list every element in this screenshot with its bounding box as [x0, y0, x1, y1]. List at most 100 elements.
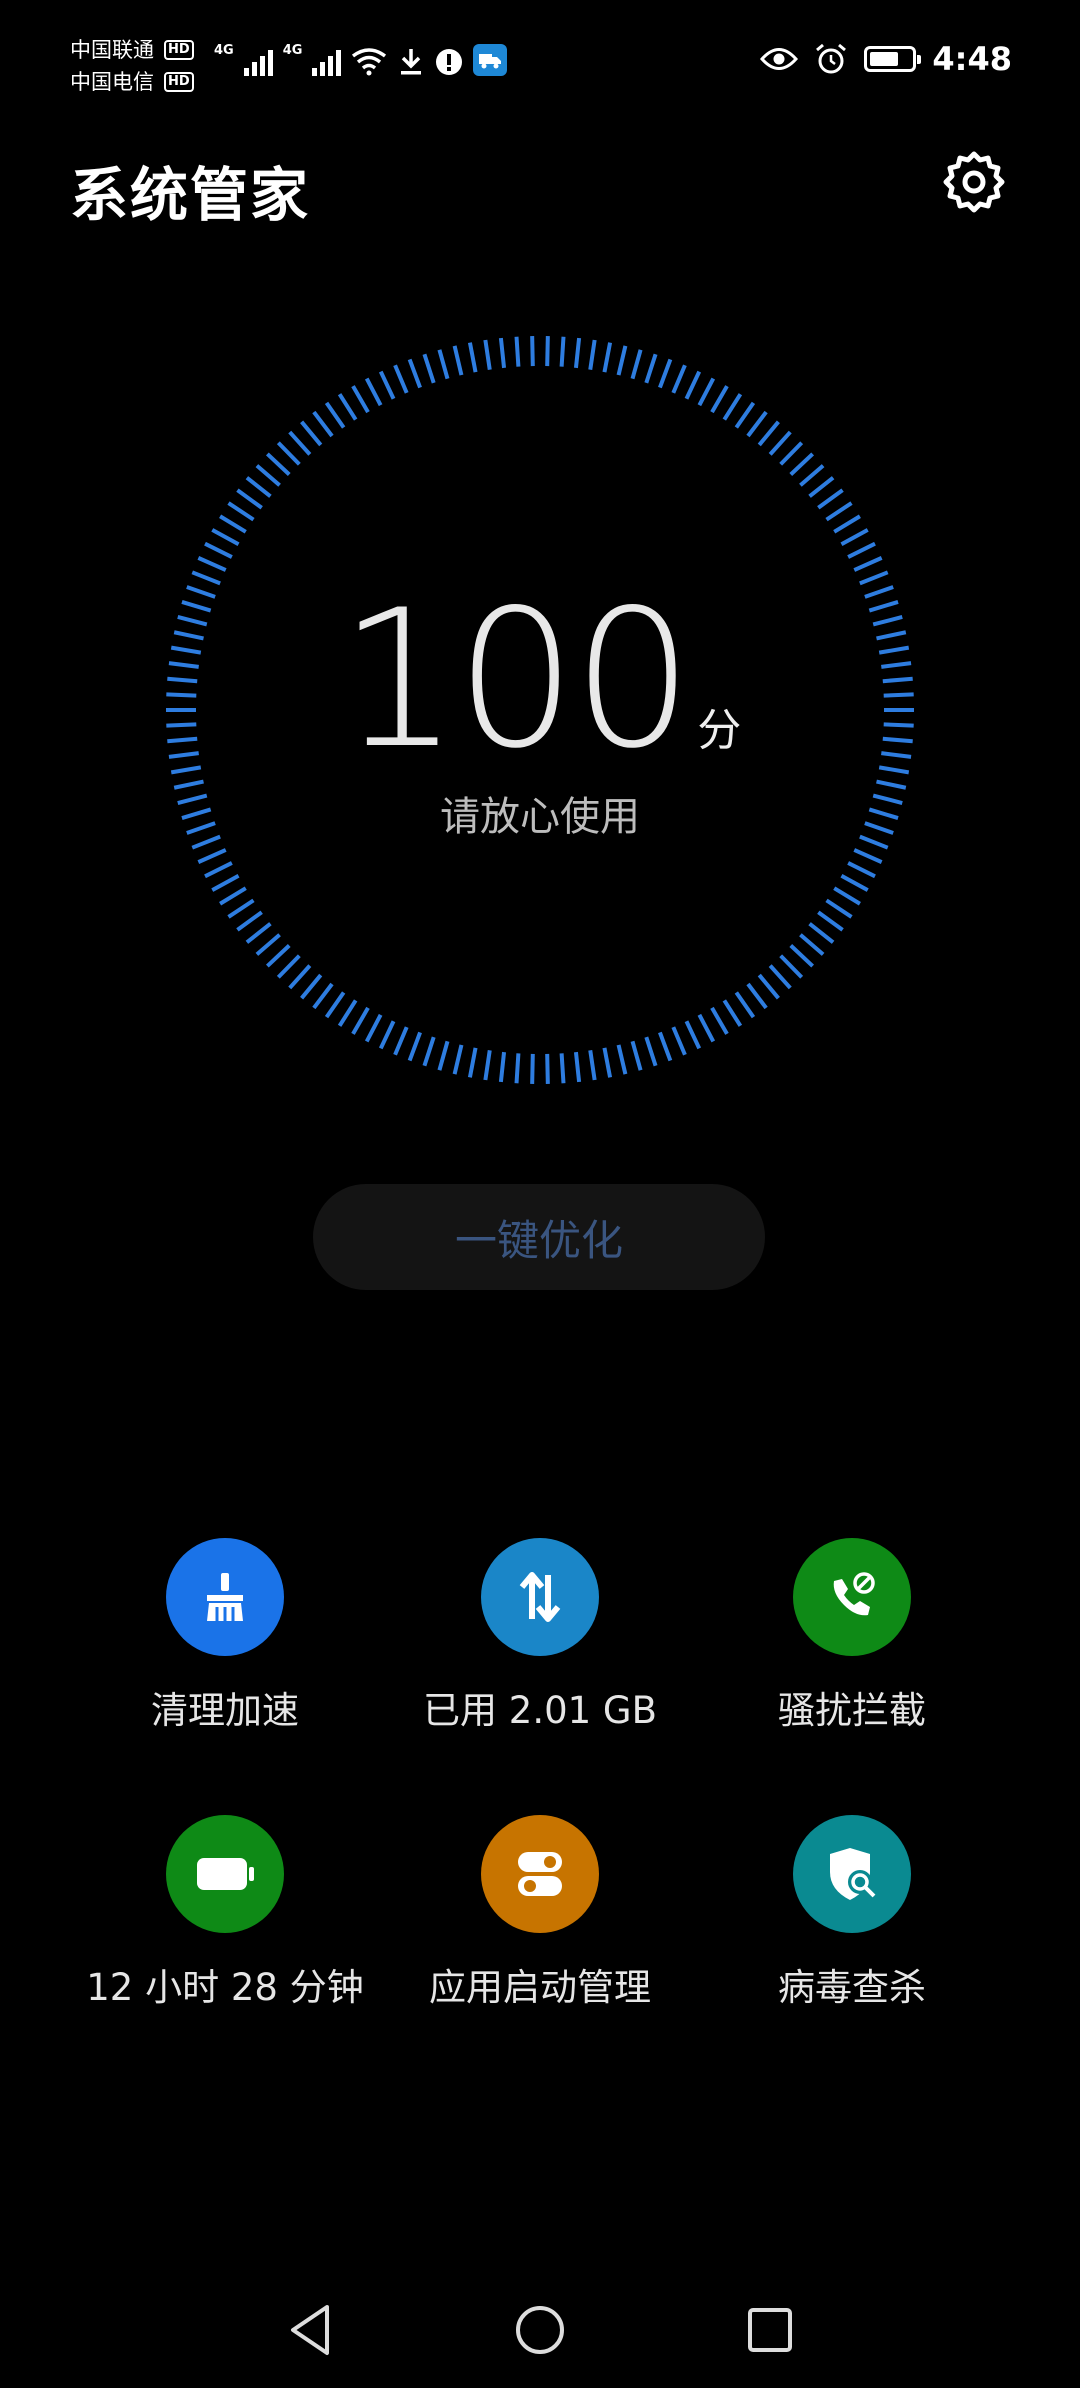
score-ring-tick: [644, 353, 658, 384]
score-ring-tick: [847, 541, 876, 559]
score-ring-tick: [276, 441, 301, 466]
score-ring-tick: [378, 1020, 396, 1050]
score-ring-tick: [337, 999, 358, 1027]
score-ring-tick: [530, 336, 535, 367]
feature-app-launch[interactable]: 应用启动管理: [360, 1815, 720, 2011]
score-ring-tick: [684, 370, 702, 400]
eye-icon: [760, 48, 799, 70]
score-ring-tick: [757, 420, 780, 447]
shield-search-icon: [793, 1815, 911, 1933]
recents-square-icon[interactable]: [730, 2290, 810, 2370]
download-icon: [401, 49, 422, 75]
network-type-label: 4G: [282, 43, 303, 58]
status-icons-left: 4G 4G: [214, 43, 508, 76]
data-arrows-icon: [481, 1538, 599, 1656]
score-ring-tick: [746, 982, 768, 1010]
score-ring-tick: [710, 385, 729, 414]
score-value: 100: [338, 569, 694, 790]
score-ring-tick: [757, 973, 780, 1000]
score-ring-tick: [808, 922, 835, 944]
feature-harassment-block[interactable]: 骚扰拦截: [672, 1538, 1032, 1734]
score-ring-tick: [768, 430, 792, 456]
score-ring-tick: [722, 393, 743, 421]
score-ring-tick: [191, 570, 221, 586]
score-ring-tick: [817, 488, 844, 510]
score-ring-tick: [498, 337, 507, 369]
page-title: 系统管家: [70, 161, 311, 229]
score-ring-tick: [483, 1050, 492, 1081]
score-ring-tick: [630, 349, 643, 380]
score-ring-tick: [245, 922, 272, 944]
phone-block-icon: [793, 1538, 911, 1656]
score-ring-tick: [255, 933, 281, 956]
feature-clean-speedup[interactable]: 清理加速: [45, 1538, 405, 1734]
home-circle-icon[interactable]: [500, 2290, 580, 2370]
score-ring-tick: [671, 1026, 687, 1056]
score-ring-tick: [789, 944, 815, 968]
score-ring-tick: [288, 964, 312, 990]
score-ring-tick: [768, 964, 792, 990]
score-ring-tick: [498, 1051, 507, 1083]
score-ring-tick: [545, 1053, 550, 1084]
status-bar: 中国联通 HD 中国电信 HD 4G 4G 4:48: [0, 0, 1080, 130]
score-ring-tick: [658, 358, 673, 389]
score-ring-tick: [378, 370, 396, 400]
score-status-text: 请放心使用: [440, 794, 640, 840]
score-ring-tick: [602, 342, 613, 373]
score-ring-tick: [300, 973, 323, 1000]
score-ring-tick: [364, 377, 383, 407]
carrier-info: 中国联通 HD 中国电信 HD: [70, 34, 194, 98]
network-type-label: 4G: [214, 43, 234, 58]
score-ring-tick: [197, 556, 227, 572]
score-ring-tick: [236, 488, 263, 510]
hd-badge: HD: [164, 72, 194, 92]
score-ring-tick: [734, 401, 756, 429]
score-ring-tick: [437, 349, 450, 380]
score-ring-tick: [337, 393, 358, 421]
score-ring-tick: [722, 999, 743, 1027]
score-ring-tick: [255, 464, 281, 487]
feature-label: 骚扰拦截: [778, 1689, 926, 1732]
feature-label: 应用启动管理: [429, 1966, 651, 2009]
signal-icon: [312, 46, 342, 76]
feature-virus-scan[interactable]: 病毒查杀: [672, 1815, 1032, 2011]
score-ring-tick: [710, 1006, 729, 1035]
score-ring-tick: [364, 1013, 383, 1043]
score-ring-tick: [799, 464, 825, 487]
carrier-1: 中国联通: [70, 38, 154, 62]
score-ring-tick: [300, 420, 323, 447]
one-click-optimize-button[interactable]: 一键优化: [313, 1184, 765, 1290]
feature-data-usage[interactable]: 已用 2.01 GB: [360, 1538, 720, 1734]
score-ring-tick: [799, 933, 825, 956]
score-ring-tick: [697, 377, 716, 407]
score-ring-tick: [847, 861, 876, 879]
score-ring-tick: [467, 1047, 478, 1078]
feature-battery[interactable]: 12 小时 28 分钟: [45, 1815, 405, 2011]
score-ring-tick: [697, 1013, 716, 1043]
score-ring-tick: [514, 1053, 521, 1084]
score-ring-tick: [452, 1044, 464, 1075]
score-ring-tick: [437, 1040, 450, 1071]
carrier-2: 中国电信: [70, 70, 154, 94]
score-ring-tick: [734, 991, 756, 1019]
score-ring-tick: [789, 452, 815, 476]
gear-icon[interactable]: [942, 150, 1006, 214]
back-triangle-icon[interactable]: [270, 2290, 350, 2370]
score-ring-tick: [779, 441, 804, 466]
score-ring-tick: [573, 337, 582, 369]
score-ring-tick: [351, 385, 370, 414]
score-ring-tick: [853, 556, 883, 572]
score-ring-tick: [559, 1053, 566, 1084]
score-ring-tick: [227, 501, 255, 522]
score-ring-tick: [393, 1026, 409, 1056]
score-ring-tick: [204, 541, 233, 559]
toggle-icon: [481, 1815, 599, 1933]
score-ring-tick: [833, 886, 861, 906]
score-ring-tick: [312, 410, 334, 438]
score-ring-tick: [616, 1044, 628, 1075]
score-ring-tick: [859, 570, 889, 586]
alarm-icon: [816, 43, 847, 74]
score-ring-tick: [616, 345, 628, 376]
clock: 4:48: [932, 40, 1012, 78]
broom-icon: [166, 1538, 284, 1656]
